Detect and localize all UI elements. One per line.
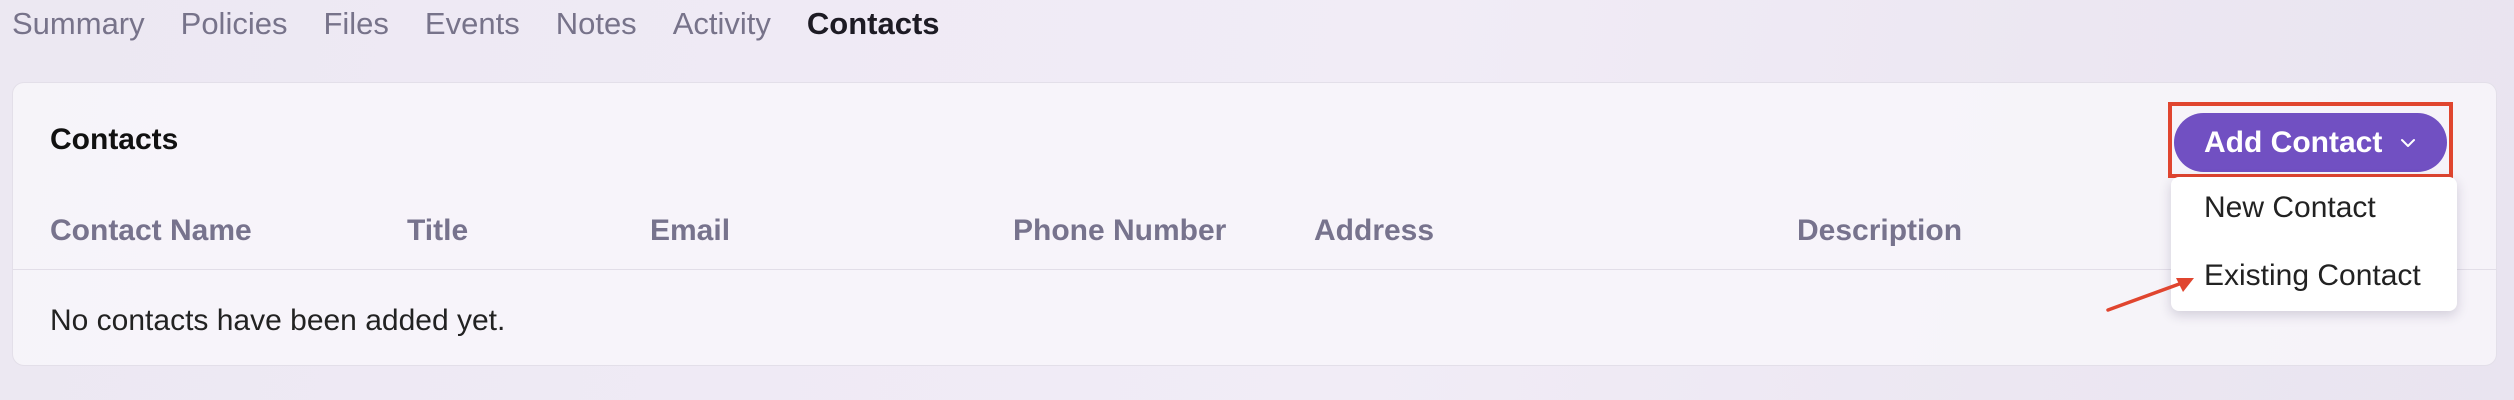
tab-contacts[interactable]: Contacts xyxy=(807,6,940,42)
column-header-contact-name: Contact Name xyxy=(50,214,252,247)
tab-notes[interactable]: Notes xyxy=(556,6,637,42)
add-contact-label: Add Contact xyxy=(2204,125,2383,159)
column-header-phone-number: Phone Number xyxy=(1013,214,1227,247)
tab-summary[interactable]: Summary xyxy=(12,6,145,42)
column-header-address: Address xyxy=(1314,214,1435,247)
chevron-down-icon xyxy=(2400,138,2416,148)
card-title: Contacts xyxy=(50,123,179,156)
tab-policies[interactable]: Policies xyxy=(181,6,288,42)
tab-activity[interactable]: Activity xyxy=(673,6,771,42)
menu-item-new-contact[interactable]: New Contact xyxy=(2204,191,2376,225)
add-contact-dropdown-menu: New Contact Existing Contact xyxy=(2171,177,2457,311)
header-divider xyxy=(13,269,2496,270)
empty-state-message: No contacts have been added yet. xyxy=(50,304,506,337)
column-header-title: Title xyxy=(407,214,469,247)
tab-events[interactable]: Events xyxy=(425,6,520,42)
menu-item-existing-contact[interactable]: Existing Contact xyxy=(2204,259,2421,293)
tab-files[interactable]: Files xyxy=(323,6,388,42)
tab-bar: Summary Policies Files Events Notes Acti… xyxy=(12,0,940,48)
contacts-card: Contacts Contact Name Title Email Phone … xyxy=(12,82,2497,366)
column-header-description: Description xyxy=(1797,214,1963,247)
add-contact-button[interactable]: Add Contact xyxy=(2174,113,2447,172)
column-header-email: Email xyxy=(650,214,731,247)
